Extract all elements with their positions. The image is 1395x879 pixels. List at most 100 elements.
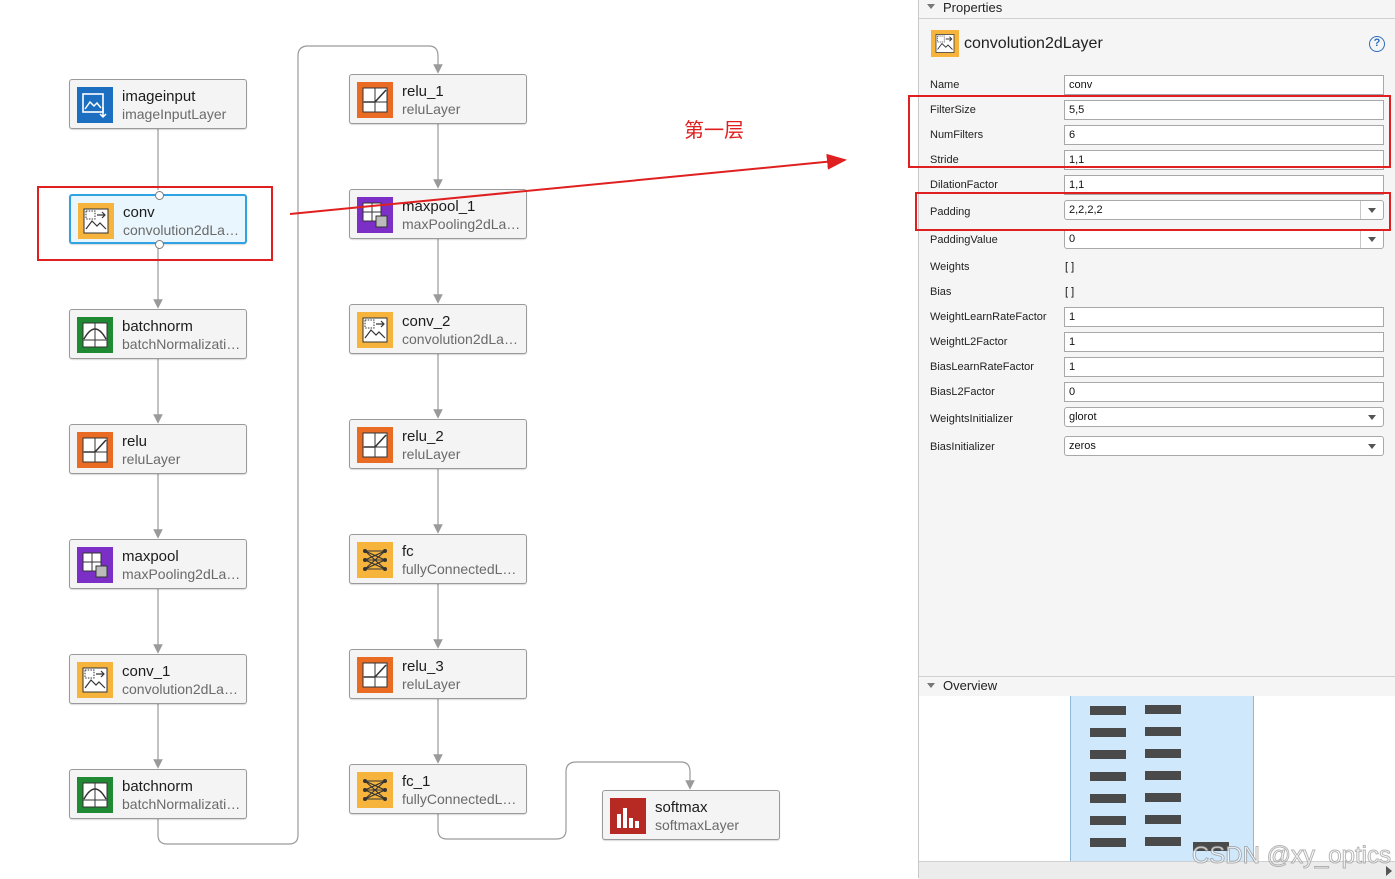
property-label: DilationFactor <box>930 179 998 191</box>
layer-node-relu_3[interactable]: relu_3 reluLayer <box>349 649 527 699</box>
biasinitializer-dropdown[interactable]: zeros <box>1064 436 1384 456</box>
property-label: BiasLearnRateFactor <box>930 361 1034 373</box>
layer-type-title: convolution2dLayer <box>964 35 1103 52</box>
annotation-label: 第一层 <box>684 120 744 142</box>
paddingvalue-value: 0 <box>1069 233 1076 245</box>
property-label: PaddingValue <box>930 234 998 246</box>
layer-name: conv_2 <box>402 313 451 330</box>
layer-type: maxPooling2dLayer <box>122 566 242 582</box>
minimap-node <box>1145 727 1181 736</box>
layer-name: batchnorm <box>122 318 193 335</box>
overview-section-header[interactable]: Overview <box>919 676 1395 698</box>
properties-section-label: Properties <box>943 0 1003 15</box>
overview-section-label: Overview <box>943 678 998 693</box>
max-pooling-icon <box>77 547 113 583</box>
layer-node-maxpool[interactable]: maxpool maxPooling2dLayer <box>69 539 247 589</box>
layer-node-relu_2[interactable]: relu_2 reluLayer <box>349 419 527 469</box>
convolution-icon <box>77 662 113 698</box>
chevron-down-icon[interactable] <box>1361 437 1383 455</box>
layer-node-batchnorm_1[interactable]: batchnorm batchNormalizationLayer <box>69 769 247 819</box>
layer-node-batchnorm[interactable]: batchnorm batchNormalizationLayer <box>69 309 247 359</box>
layer-name: softmax <box>655 799 708 816</box>
layer-name: batchnorm <box>122 778 193 795</box>
property-label: Bias <box>930 286 952 298</box>
minimap-node <box>1090 750 1126 759</box>
layer-node-relu[interactable]: relu reluLayer <box>69 424 247 474</box>
help-icon[interactable]: ? <box>1369 36 1385 52</box>
minimap-node <box>1145 705 1181 714</box>
minimap-node <box>1090 772 1126 781</box>
chevron-down-icon[interactable] <box>1360 230 1383 248</box>
property-label: BiasInitializer <box>930 441 995 453</box>
layer-name: maxpool <box>122 548 179 565</box>
layer-name: relu_2 <box>402 428 444 445</box>
relu-icon <box>357 427 393 463</box>
property-label: WeightLearnRateFactor <box>930 311 1047 323</box>
layer-name: conv_1 <box>122 663 171 680</box>
property-label: WeightL2Factor <box>930 336 1008 348</box>
biasl2factor-field[interactable]: 0 <box>1064 382 1384 402</box>
convolution-icon <box>931 30 959 57</box>
network-canvas[interactable]: imageinput imageInputLayer conv convolut… <box>0 0 918 878</box>
collapse-triangle-icon <box>927 4 935 9</box>
layer-type: batchNormalizationLayer <box>122 796 242 812</box>
layer-node-conv_2[interactable]: conv_2 convolution2dLayer <box>349 304 527 354</box>
weightsinitializer-dropdown[interactable]: glorot <box>1064 407 1384 427</box>
layer-name: relu_3 <box>402 658 444 675</box>
collapse-triangle-icon <box>927 683 935 688</box>
fully-connected-icon <box>357 542 393 578</box>
minimap-node <box>1090 706 1126 715</box>
property-label: Weights <box>930 261 970 273</box>
properties-section-header[interactable]: Properties <box>919 0 1395 19</box>
paddingvalue-dropdown[interactable]: 0 <box>1064 229 1384 249</box>
minimap-node <box>1145 749 1181 758</box>
minimap-node <box>1145 771 1181 780</box>
overview-minimap[interactable] <box>919 696 1395 861</box>
minimap-node <box>1145 793 1181 802</box>
batch-normalization-icon <box>77 777 113 813</box>
layer-type: reluLayer <box>122 451 181 467</box>
name-field[interactable]: conv <box>1064 75 1384 95</box>
minimap-node <box>1090 794 1126 803</box>
layer-name: relu <box>122 433 148 450</box>
layer-type: reluLayer <box>402 446 461 462</box>
layer-node-fc_1[interactable]: fc_1 fullyConnectedLayer <box>349 764 527 814</box>
convolution-icon <box>357 312 393 348</box>
layer-node-softmax[interactable]: softmax softmaxLayer <box>602 790 780 840</box>
biasinitializer-value: zeros <box>1069 440 1096 452</box>
bias-value: [ ] <box>1065 286 1075 298</box>
relu-icon <box>357 657 393 693</box>
layer-name: fc_1 <box>402 773 431 790</box>
minimap-node <box>1145 815 1181 824</box>
chevron-down-icon[interactable] <box>1361 408 1383 426</box>
layer-type: fullyConnectedLayer <box>402 561 522 577</box>
property-label: WeightsInitializer <box>930 413 1013 425</box>
biaslearnratefactor-field[interactable]: 1 <box>1064 357 1384 377</box>
batch-normalization-icon <box>77 317 113 353</box>
weightlearnratefactor-field[interactable]: 1 <box>1064 307 1384 327</box>
softmax-icon <box>610 798 646 834</box>
property-label: Name <box>930 79 960 91</box>
layer-type: reluLayer <box>402 676 461 692</box>
layer-type: softmaxLayer <box>655 817 740 833</box>
minimap-node <box>1090 816 1126 825</box>
fully-connected-icon <box>357 772 393 808</box>
watermark: CSDN @xy_optics <box>1191 842 1391 870</box>
highlight-box-padding <box>915 192 1391 231</box>
layer-node-fc[interactable]: fc fullyConnectedLayer <box>349 534 527 584</box>
layer-type: batchNormalizationLayer <box>122 336 242 352</box>
layer-type: fullyConnectedLayer <box>402 791 522 807</box>
layer-name: fc <box>402 543 414 560</box>
annotation-arrow <box>289 153 847 215</box>
weights-value: [ ] <box>1065 261 1075 273</box>
properties-panel: Properties convolution2dLayer ? Name con… <box>908 0 1395 879</box>
property-label: BiasL2Factor <box>930 386 995 398</box>
highlight-box-filter-params <box>908 95 1391 168</box>
layer-node-conv_1[interactable]: conv_1 convolution2dLayer <box>69 654 247 704</box>
minimap-node <box>1090 728 1126 737</box>
overview-viewport[interactable] <box>1070 696 1254 861</box>
weightl2factor-field[interactable]: 1 <box>1064 332 1384 352</box>
minimap-node <box>1090 838 1126 847</box>
layer-type: convolution2dLayer <box>122 681 242 697</box>
weightsinitializer-value: glorot <box>1069 411 1097 423</box>
